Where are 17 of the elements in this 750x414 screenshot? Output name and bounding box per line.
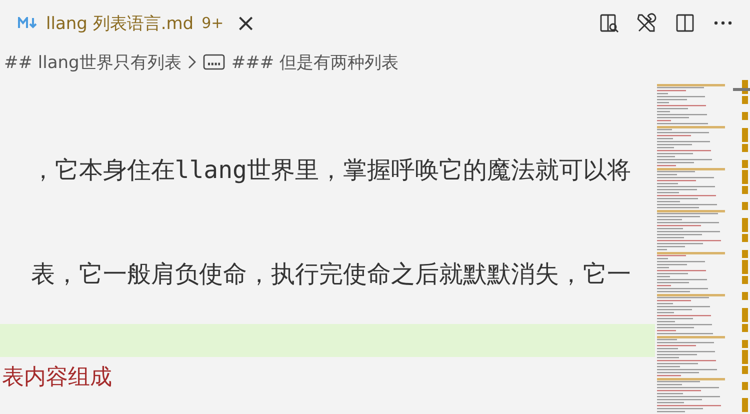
more-icon	[713, 20, 733, 26]
problem-count: 9+	[202, 14, 224, 32]
scrollbar-marks-drawing[interactable]	[733, 80, 750, 412]
split-editor-icon	[675, 13, 695, 33]
paragraph-text: ，它本身住在llang世界里，掌握呼唤它的魔法就可以将	[30, 155, 631, 186]
string-symbol-icon	[203, 53, 226, 71]
preview-icon	[599, 13, 619, 33]
markdown-icon	[18, 17, 38, 29]
tab-title: llang 列表语言.md	[46, 12, 194, 34]
paragraph-text: 表，它一般肩负使命，执行完使命之后就默默消失，它一	[31, 259, 631, 290]
close-button[interactable]: ×	[232, 9, 260, 37]
breadcrumb-item[interactable]: ## llang世界只有列表	[4, 50, 182, 74]
chevron-icon	[187, 54, 198, 70]
heading-text: 表内容组成	[2, 364, 112, 392]
tools-icon	[636, 12, 658, 34]
minimap-drawing[interactable]	[657, 84, 725, 412]
breadcrumb-item[interactable]: ### 但是有两种列表	[231, 50, 398, 74]
